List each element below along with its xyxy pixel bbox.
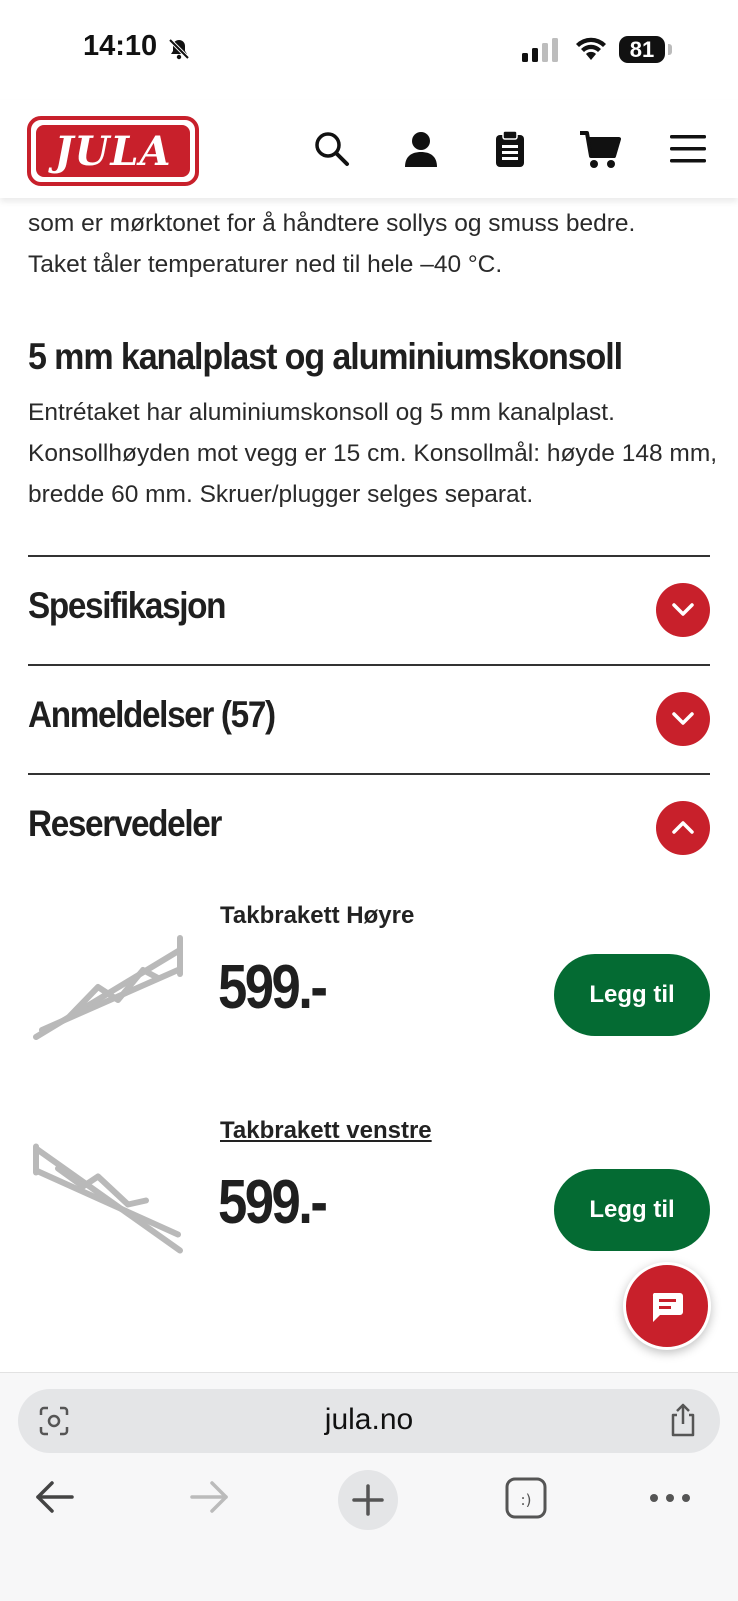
accordion-spare-parts[interactable]: Reservedeler [28, 773, 710, 885]
accordion-specification[interactable]: Spesifikasjon [28, 555, 710, 667]
jula-logo[interactable]: JULA [27, 116, 199, 186]
more-icon[interactable] [649, 1493, 691, 1503]
add-to-cart-button[interactable]: Legg til [554, 954, 710, 1036]
part-name[interactable]: Takbrakett venstre [220, 1117, 432, 1145]
section-title: 5 mm kanalplast og aluminiumskonsoll [28, 336, 623, 377]
status-bar: 14:10 81 [0, 0, 738, 100]
back-icon[interactable] [34, 1480, 74, 1514]
wifi-icon [576, 37, 606, 60]
spare-part-item: Takbrakett venstre 599.- Legg til [28, 1117, 710, 1297]
accordion-reviews[interactable]: Anmeldelser (57) [28, 664, 710, 776]
collapse-button[interactable] [656, 801, 710, 855]
expand-button[interactable] [656, 692, 710, 746]
section-text: Entrétaket har aluminiumskonsoll og 5 mm… [28, 399, 718, 508]
intro-line-2: Taket tåler temperaturer ned til hele –4… [28, 251, 503, 278]
site-header: JULA [0, 100, 738, 198]
part-name[interactable]: Takbrakett Høyre [220, 902, 414, 930]
status-time: 14:10 [83, 30, 158, 62]
bell-slash-icon [168, 38, 190, 60]
add-to-cart-button[interactable]: Legg til [554, 1169, 710, 1251]
part-price: 599.- [218, 953, 328, 1022]
browser-toolbar: jula.no :) [0, 1372, 738, 1601]
battery-percent: 81 [629, 37, 655, 62]
battery-cap [668, 44, 672, 55]
part-price: 599.- [218, 1168, 328, 1237]
logo-text: JULA [54, 128, 172, 175]
bracket-left-image[interactable] [28, 1135, 188, 1265]
address-bar[interactable]: jula.no [18, 1389, 720, 1453]
bracket-right-image[interactable] [28, 922, 188, 1052]
expand-button[interactable] [656, 583, 710, 637]
share-icon[interactable] [668, 1403, 698, 1437]
search-icon[interactable] [313, 130, 351, 168]
tabs-icon[interactable]: :) [505, 1477, 547, 1519]
new-tab-button[interactable] [338, 1470, 398, 1530]
user-icon[interactable] [402, 130, 440, 168]
svg-text::): :) [521, 1491, 532, 1509]
spare-part-item: Takbrakett Høyre 599.- Legg til [28, 902, 710, 1082]
url-text: jula.no [324, 1403, 414, 1436]
cart-icon[interactable] [579, 130, 621, 170]
accordion-title: Anmeldelser (57) [28, 694, 276, 735]
chevron-down-icon [672, 603, 694, 616]
plus-icon [352, 1484, 384, 1516]
intro-line-1: som er mørktonet for å håndtere sollys o… [28, 210, 636, 237]
clipboard-icon[interactable] [494, 130, 526, 168]
chat-icon [652, 1293, 683, 1322]
chevron-up-icon [672, 821, 694, 834]
forward-icon[interactable] [190, 1480, 230, 1514]
intro-text: som er mørktonet for å håndtere sollys o… [28, 203, 718, 285]
battery-indicator: 81 [619, 36, 665, 63]
chat-button[interactable] [623, 1262, 711, 1350]
signal-icon [522, 38, 558, 62]
accordion-title: Reservedeler [28, 803, 222, 844]
menu-icon[interactable] [670, 134, 706, 164]
accordion-title: Spesifikasjon [28, 585, 226, 626]
chevron-down-icon [672, 712, 694, 725]
